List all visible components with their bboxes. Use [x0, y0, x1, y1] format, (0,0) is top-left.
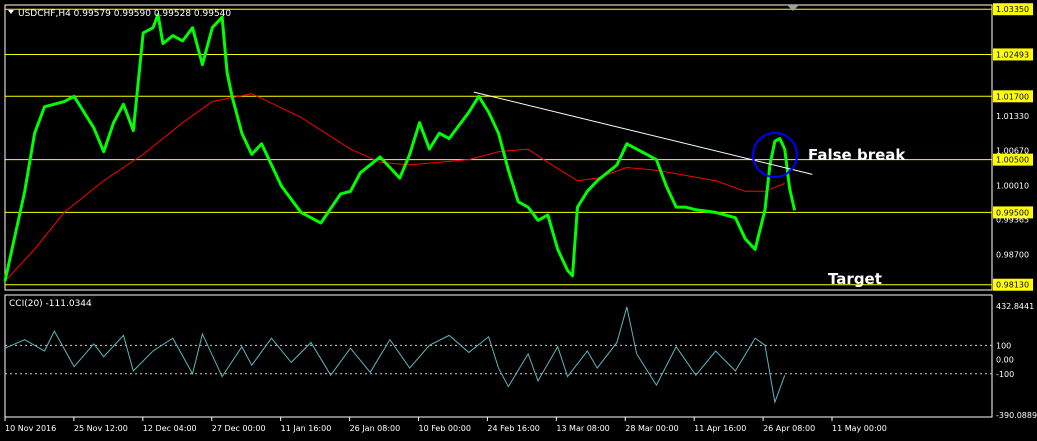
- y-tick-label-3: 1.01330: [996, 112, 1029, 121]
- x-tick-label-1: 25 Nov 12:00: [74, 424, 128, 433]
- x-tick-label-10: 11 Apr 16:00: [694, 424, 746, 433]
- x-tick-label-12: 11 May 00:00: [832, 424, 887, 433]
- target-label: Target: [828, 270, 882, 288]
- y-tick-label-2: 1.01700: [996, 92, 1029, 101]
- y-tick-label-9: 0.98700: [996, 251, 1029, 260]
- chart-svg: False break Target USDCHF,H4 0.99579 0.9…: [3, 3, 1037, 433]
- false-break-label: False break: [808, 146, 906, 164]
- x-tick-label-4: 11 Jan 16:00: [281, 424, 332, 433]
- y-tick-label-5: 1.00500: [996, 156, 1029, 165]
- x-tick-label-3: 27 Dec 00:00: [212, 424, 266, 433]
- cci-panel: CCI(20) -111.0344 432.8441 100 0.00 -100 -39…: [4, 294, 1037, 420]
- cci-tick-label-1: 100: [996, 341, 1011, 350]
- price-axis: 1.033501.024931.017001.013301.006701.005…: [993, 3, 1033, 291]
- cci-panel-frame: [4, 294, 993, 418]
- y-tick-label-10: 0.98130: [996, 281, 1029, 290]
- cci-header: CCI(20) -111.0344: [9, 299, 92, 309]
- cci-tick-label-4: -390.0889: [996, 411, 1037, 420]
- x-tick-label-8: 13 Mar 08:00: [556, 424, 609, 433]
- y-tick-label-6: 1.00010: [996, 182, 1029, 191]
- x-tick-label-2: 12 Dec 04:00: [143, 424, 197, 433]
- cci-axis: 432.8441 100 0.00 -100 -390.0889: [996, 302, 1037, 420]
- x-tick-label-9: 28 Mar 00:00: [625, 424, 678, 433]
- time-axis: 10 Nov 2016 25 Nov 12:00 12 Dec 04:00 27 De…: [4, 417, 887, 433]
- x-tick-label-5: 26 Jan 08:00: [350, 424, 401, 433]
- main-panel: False break Target USDCHF,H4 0.99579 0.9…: [3, 3, 1033, 291]
- cci-tick-label-3: -100: [996, 370, 1014, 379]
- x-tick-label-6: 10 Feb 00:00: [419, 424, 471, 433]
- cci-tick-label-0: 432.8441: [996, 302, 1034, 311]
- x-tick-label-7: 24 Feb 16:00: [487, 424, 539, 433]
- x-tick-label-11: 26 Apr 08:00: [763, 424, 815, 433]
- y-tick-label-0: 1.03350: [996, 5, 1029, 14]
- symbol-header: USDCHF,H4 0.99579 0.99590 0.99528 0.9954…: [18, 9, 231, 19]
- x-tick-label-0: 10 Nov 2016: [5, 424, 56, 433]
- cci-tick-label-2: 0.00: [996, 356, 1014, 365]
- y-tick-label-8: 0.99365: [996, 216, 1029, 225]
- y-tick-label-1: 1.02493: [996, 50, 1029, 59]
